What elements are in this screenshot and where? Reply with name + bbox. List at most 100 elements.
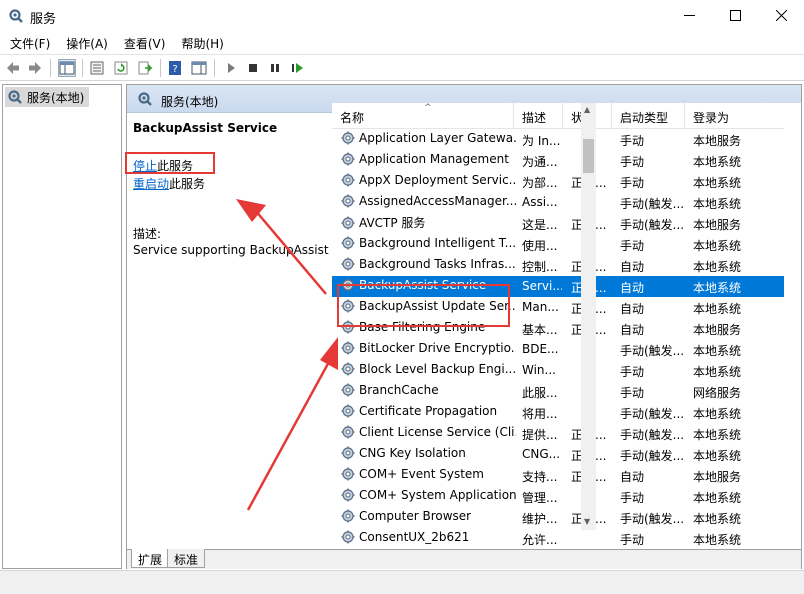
- refresh-button[interactable]: [112, 59, 130, 77]
- service-row[interactable]: Background Intelligent T... 使用... 手动 本地系统: [332, 234, 784, 255]
- pause-icon: [271, 64, 279, 72]
- service-startup-type: 手动: [620, 491, 645, 505]
- services-gear-icon: [9, 9, 23, 23]
- minimize-icon: [683, 14, 695, 16]
- service-row[interactable]: COM+ System Application 管理... 手动 本地系统: [332, 486, 784, 507]
- service-row[interactable]: AssignedAccessManager... Assi... 手动(触发... 本…: [332, 192, 784, 213]
- service-name-cell: COM+ System Application: [340, 487, 516, 503]
- service-logon-as: 本地系统: [693, 512, 742, 526]
- service-row[interactable]: AVCTP 服务这是...正在...手动(触发...本地服务: [332, 213, 784, 234]
- scrollbar-thumb[interactable]: [583, 139, 594, 173]
- service-row[interactable]: ConsentUX_2b621 允许... 手动 本地系统: [332, 528, 784, 548]
- service-logon-as: 本地系统: [693, 428, 742, 442]
- service-name-cell: AppX Deployment Servic...: [340, 172, 516, 188]
- service-name: AVCTP 服务: [359, 216, 426, 230]
- service-startup-type: 手动(触发...: [620, 197, 684, 211]
- service-description: Man...: [522, 300, 559, 314]
- service-name-cell: Block Level Backup Engi...: [340, 361, 516, 377]
- close-button[interactable]: [758, 0, 804, 30]
- console-tree-icon: [59, 61, 75, 75]
- status-bar: [0, 570, 804, 594]
- title-bar: 服务: [0, 0, 804, 32]
- service-startup-type: 自动: [620, 302, 645, 316]
- service-startup-type: 手动: [620, 176, 645, 190]
- svg-text:?: ?: [172, 64, 177, 75]
- service-row[interactable]: Client License Service (Cli...提供...正在...…: [332, 423, 784, 444]
- service-row[interactable]: CNG Key IsolationCNG...正在...手动(触发...本地系统: [332, 444, 784, 465]
- service-name-cell: Application Layer Gatewa...: [340, 130, 516, 146]
- service-name: Block Level Backup Engi...: [359, 362, 516, 376]
- service-description: 管理...: [522, 491, 558, 505]
- scroll-up-arrow-icon[interactable]: ▲: [584, 105, 590, 114]
- toolbar-separator: [50, 59, 51, 77]
- vertical-scrollbar[interactable]: ▲ ▼: [581, 103, 596, 530]
- service-gear-icon: [341, 131, 355, 145]
- forward-button[interactable]: [26, 59, 44, 77]
- back-arrow-icon: [7, 62, 19, 74]
- service-row[interactable]: Application Management 为通... 手动 本地系统: [332, 150, 784, 171]
- restart-service-link[interactable]: 重启动: [133, 177, 169, 191]
- column-name[interactable]: 名称: [332, 103, 514, 129]
- pause-service-button[interactable]: [266, 59, 284, 77]
- show-hide-console-tree-button[interactable]: [58, 59, 76, 77]
- service-row[interactable]: Certificate Propagation 将用... 手动(触发... 本地系统: [332, 402, 784, 423]
- restart-service-suffix: 此服务: [169, 177, 206, 191]
- service-name-cell: AVCTP 服务: [340, 214, 516, 231]
- column-startup-type[interactable]: 启动类型: [612, 103, 685, 129]
- restart-service-button[interactable]: [288, 59, 306, 77]
- action-pane-button[interactable]: [190, 59, 208, 77]
- menu-file[interactable]: 文件(F): [2, 32, 58, 54]
- service-startup-type: 自动: [620, 260, 645, 274]
- back-button[interactable]: [4, 59, 22, 77]
- service-name-cell: CNG Key Isolation: [340, 445, 516, 461]
- play-icon: [228, 63, 235, 73]
- stop-service-button[interactable]: [244, 59, 262, 77]
- service-row[interactable]: BranchCache 此服... 手动 网络服务: [332, 381, 784, 402]
- service-startup-type: 手动(触发...: [620, 512, 684, 526]
- tab-standard[interactable]: 标准: [167, 549, 206, 568]
- tab-extended[interactable]: 扩展: [131, 549, 170, 568]
- service-row[interactable]: Application Layer Gatewa... 为 In... 手动 本地服务: [332, 129, 784, 150]
- minimize-button[interactable]: [666, 0, 712, 30]
- menu-action[interactable]: 操作(A): [58, 32, 116, 54]
- service-gear-icon: [341, 236, 355, 250]
- service-startup-type: 手动: [620, 155, 645, 169]
- service-row[interactable]: BitLocker Drive Encryptio... BDE... 手动(触发.…: [332, 339, 784, 360]
- service-gear-icon: [341, 257, 355, 271]
- service-description: 为通...: [522, 155, 558, 169]
- service-gear-icon: [341, 467, 355, 481]
- service-description: Win...: [522, 363, 556, 377]
- column-description[interactable]: 描述: [514, 103, 563, 129]
- tree-item-services-local[interactable]: 服务(本地): [5, 87, 89, 107]
- service-startup-type: 手动: [620, 386, 645, 400]
- menu-view[interactable]: 查看(V): [116, 32, 174, 54]
- maximize-button[interactable]: [712, 0, 758, 30]
- service-startup-type: 手动: [620, 134, 645, 148]
- service-startup-type: 手动(触发...: [620, 428, 684, 442]
- service-row[interactable]: COM+ Event System支持...正在...自动本地服务: [332, 465, 784, 486]
- stop-icon: [249, 64, 257, 72]
- start-service-button[interactable]: [222, 59, 240, 77]
- service-name: AssignedAccessManager...: [359, 194, 516, 208]
- service-row[interactable]: Computer Browser维护...正在...手动(触发...本地系统: [332, 507, 784, 528]
- service-row[interactable]: Background Tasks Infras...控制...正在...自动本地…: [332, 255, 784, 276]
- service-name-cell: BranchCache: [340, 382, 516, 398]
- properties-button[interactable]: [88, 59, 106, 77]
- menu-help[interactable]: 帮助(H): [173, 32, 231, 54]
- service-name: COM+ System Application: [359, 488, 516, 502]
- service-logon-as: 本地系统: [693, 533, 742, 547]
- service-logon-as: 本地服务: [693, 134, 742, 148]
- maximize-icon: [729, 9, 741, 21]
- service-name-cell: Background Intelligent T...: [340, 235, 516, 251]
- scroll-down-arrow-icon[interactable]: ▼: [584, 517, 590, 526]
- service-row[interactable]: AppX Deployment Servic...为部...正在...手动本地系…: [332, 171, 784, 192]
- service-gear-icon: [341, 173, 355, 187]
- service-description: 为部...: [522, 176, 558, 190]
- export-list-button[interactable]: [136, 59, 154, 77]
- service-name: Application Management: [359, 152, 509, 166]
- column-logon-as[interactable]: 登录为: [685, 103, 784, 129]
- service-name-cell: BitLocker Drive Encryptio...: [340, 340, 516, 356]
- help-button[interactable]: ?: [166, 59, 184, 77]
- service-name: COM+ Event System: [359, 467, 484, 481]
- service-row[interactable]: Block Level Backup Engi... Win... 手动 本地系统: [332, 360, 784, 381]
